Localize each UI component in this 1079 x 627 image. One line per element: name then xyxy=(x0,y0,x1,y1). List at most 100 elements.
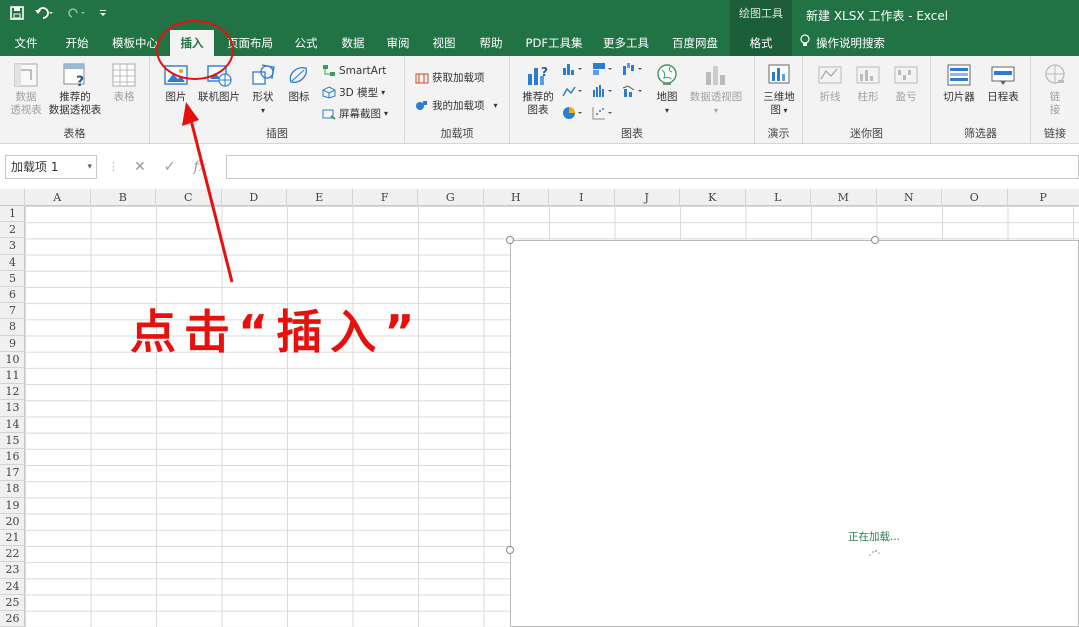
chevron-down-icon[interactable]: ▾ xyxy=(87,156,92,178)
row-header[interactable]: 9 xyxy=(0,336,25,352)
row-header[interactable]: 13 xyxy=(0,400,25,417)
row-header[interactable]: 25 xyxy=(0,595,25,611)
tab-pdf-tools[interactable]: PDF工具集 xyxy=(520,30,588,56)
combo-chart-icon[interactable] xyxy=(622,84,644,98)
row-header[interactable]: 23 xyxy=(0,562,25,579)
column-header[interactable]: C xyxy=(156,189,222,206)
sparkline-winloss-label: 盈亏 xyxy=(895,91,917,103)
row-header[interactable]: 16 xyxy=(0,449,25,466)
column-header[interactable]: D xyxy=(222,189,287,206)
column-header[interactable]: F xyxy=(353,189,418,206)
customize-qat-icon[interactable] xyxy=(98,6,108,26)
tab-formulas[interactable]: 公式 xyxy=(288,30,324,56)
row-header[interactable]: 3 xyxy=(0,238,25,255)
3d-map-button[interactable]: 三维地 图 ▾ xyxy=(759,62,799,117)
tab-data[interactable]: 数据 xyxy=(334,30,372,56)
column-header[interactable]: P xyxy=(1008,189,1079,206)
column-header[interactable]: A xyxy=(25,189,91,206)
resize-handle-top-middle[interactable] xyxy=(871,236,879,244)
stat-chart-icon[interactable] xyxy=(592,84,614,98)
redo-icon[interactable] xyxy=(66,6,88,26)
maps-button[interactable]: 地图 ▾ xyxy=(650,62,684,117)
icons-button[interactable]: 图标 xyxy=(282,62,316,104)
recommended-pivot-button[interactable]: ? 推荐的 数据透视表 xyxy=(46,62,104,117)
shapes-button[interactable]: 形状 ▾ xyxy=(246,62,280,117)
column-header[interactable]: J xyxy=(615,189,680,206)
insert-function-icon[interactable]: fx xyxy=(193,159,206,175)
row-header[interactable]: 14 xyxy=(0,417,25,433)
column-header[interactable]: L xyxy=(746,189,811,206)
tab-baidu-netdisk[interactable]: 百度网盘 xyxy=(664,30,726,56)
sparkline-line-button[interactable]: 折线 xyxy=(813,62,847,104)
column-header[interactable]: K xyxy=(680,189,746,206)
screenshot-button[interactable]: 屏幕截图 ▾ xyxy=(322,106,388,121)
pie-chart-icon[interactable] xyxy=(562,106,584,120)
timeline-button[interactable]: 日程表 xyxy=(981,62,1025,104)
pivot-table-button[interactable]: 数据 透视表 xyxy=(6,62,46,117)
tab-review[interactable]: 审阅 xyxy=(380,30,416,56)
waterfall-chart-icon[interactable] xyxy=(622,62,644,76)
sparkline-column-button[interactable]: 柱形 xyxy=(851,62,885,104)
column-header[interactable]: N xyxy=(877,189,942,206)
3d-model-button[interactable]: 3D 模型 ▾ xyxy=(322,85,385,100)
row-header[interactable]: 17 xyxy=(0,465,25,482)
enter-icon[interactable]: ✓ xyxy=(164,159,176,175)
row-header[interactable]: 2 xyxy=(0,222,25,239)
row-header[interactable]: 15 xyxy=(0,433,25,449)
get-addins-button[interactable]: 获取加载项 xyxy=(415,70,485,85)
row-header[interactable]: 7 xyxy=(0,303,25,320)
undo-icon[interactable] xyxy=(34,6,56,26)
row-header[interactable]: 8 xyxy=(0,319,25,336)
row-header[interactable]: 4 xyxy=(0,255,25,271)
row-header[interactable]: 11 xyxy=(0,368,25,385)
row-header[interactable]: 21 xyxy=(0,530,25,547)
row-header[interactable]: 5 xyxy=(0,271,25,287)
scatter-chart-icon[interactable] xyxy=(592,106,614,120)
hierarchy-chart-icon[interactable] xyxy=(592,62,614,76)
column-header[interactable]: I xyxy=(549,189,615,206)
cancel-icon[interactable]: ✕ xyxy=(134,159,146,175)
tab-format[interactable]: 格式 xyxy=(730,30,792,56)
tell-me-search[interactable]: 操作说明搜索 xyxy=(800,30,910,56)
tab-view[interactable]: 视图 xyxy=(426,30,462,56)
smartart-button[interactable]: SmartArt xyxy=(322,64,386,77)
column-header[interactable]: M xyxy=(811,189,877,206)
row-header[interactable]: 22 xyxy=(0,546,25,563)
line-chart-icon[interactable] xyxy=(562,84,584,98)
row-header[interactable]: 1 xyxy=(0,206,25,223)
resize-handle-top-left[interactable] xyxy=(506,236,514,244)
save-icon[interactable] xyxy=(10,6,24,26)
row-header[interactable]: 12 xyxy=(0,384,25,401)
row-header[interactable]: 26 xyxy=(0,611,25,627)
rec-charts-label-1: 推荐的 xyxy=(522,91,554,103)
column-header[interactable]: G xyxy=(418,189,484,206)
name-box[interactable]: 加载项 1 ▾ xyxy=(5,155,97,179)
link-button[interactable]: 链 接 xyxy=(1035,62,1075,117)
recommended-charts-button[interactable]: ? 推荐的 图表 xyxy=(518,62,558,117)
sparkline-winloss-button[interactable]: 盈亏 xyxy=(889,62,923,104)
tab-file[interactable]: 文件 xyxy=(6,30,46,56)
resize-handle-middle-left[interactable] xyxy=(506,546,514,554)
group-label-tables: 表格 xyxy=(63,127,86,140)
column-chart-icon[interactable] xyxy=(562,62,584,76)
row-header[interactable]: 20 xyxy=(0,514,25,530)
pivot-chart-button[interactable]: 数据透视图 ▾ xyxy=(686,62,746,117)
row-header[interactable]: 19 xyxy=(0,498,25,514)
column-header[interactable]: B xyxy=(91,189,156,206)
row-header[interactable]: 24 xyxy=(0,579,25,595)
row-header[interactable]: 6 xyxy=(0,287,25,304)
column-header[interactable]: E xyxy=(287,189,353,206)
row-header[interactable]: 10 xyxy=(0,352,25,368)
tab-home[interactable]: 开始 xyxy=(56,30,98,56)
formula-input[interactable] xyxy=(226,155,1079,179)
table-button[interactable]: 表格 xyxy=(106,62,142,104)
row-header[interactable]: 18 xyxy=(0,481,25,498)
addin-panel[interactable] xyxy=(510,240,1079,627)
my-addins-button[interactable]: 我的加载项 ▾ xyxy=(415,98,498,113)
tab-more-tools[interactable]: 更多工具 xyxy=(598,30,654,56)
slicer-button[interactable]: 切片器 xyxy=(939,62,979,104)
tab-help[interactable]: 帮助 xyxy=(472,30,510,56)
column-header[interactable]: O xyxy=(942,189,1008,206)
select-all-corner[interactable] xyxy=(0,189,25,206)
column-header[interactable]: H xyxy=(484,189,549,206)
